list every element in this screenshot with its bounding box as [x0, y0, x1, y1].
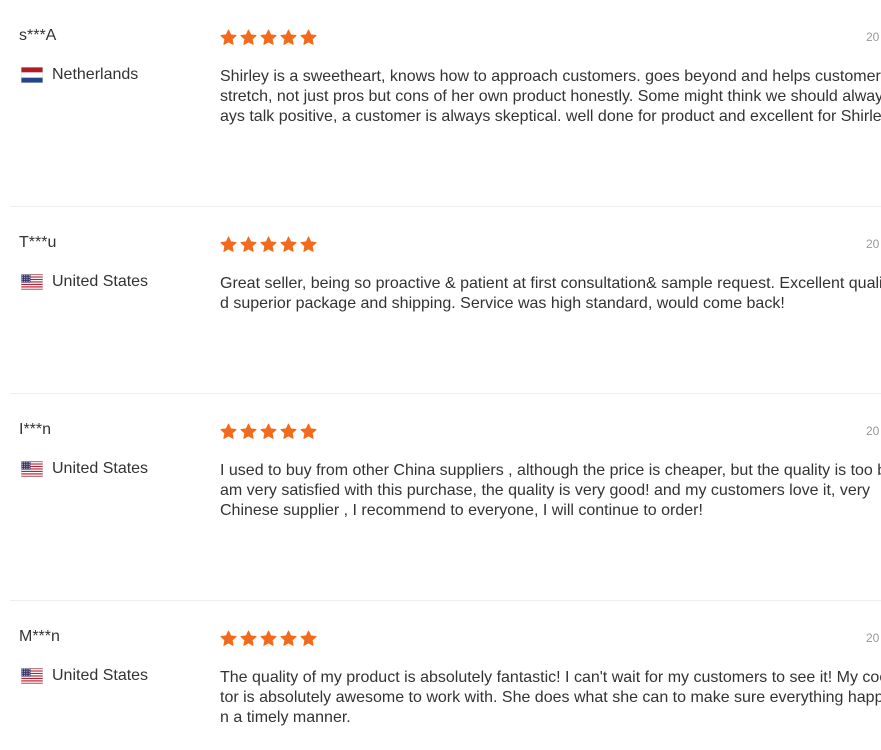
country-name: United States: [52, 667, 149, 684]
star-icon: [220, 423, 237, 439]
buyer-name: M***n: [19, 628, 60, 645]
review-text-line: ays talk positive, a customer is always …: [220, 108, 881, 125]
star-icon: [220, 29, 237, 45]
star-icon: [260, 236, 277, 252]
star-icon: [260, 29, 277, 45]
usa-flag-icon: [21, 274, 43, 290]
buyer-country: Netherlands: [21, 66, 138, 84]
star-icon: [300, 423, 317, 439]
review-text: Great seller, being so proactive & patie…: [220, 274, 881, 314]
star-rating: [220, 423, 317, 440]
buyer-country: United States: [21, 460, 148, 478]
review-item: T***u United States 20 Great seller, bei…: [10, 207, 881, 394]
review-date: 20: [866, 30, 880, 44]
review-item: I***n United States 20 I used to buy fro…: [10, 394, 881, 601]
star-icon: [280, 630, 297, 646]
usa-flag-icon: [21, 461, 43, 477]
country-name: United States: [52, 273, 149, 290]
review-text-line: Chinese supplier , I recommend to everyo…: [220, 502, 703, 519]
review-date: 20: [866, 631, 880, 645]
review-text: I used to buy from other China suppliers…: [220, 461, 881, 521]
review-text-line: I used to buy from other China suppliers…: [220, 462, 881, 479]
star-icon: [220, 236, 237, 252]
star-icon: [280, 236, 297, 252]
country-name: Netherlands: [52, 66, 139, 83]
country-name: United States: [52, 460, 149, 477]
star-icon: [300, 29, 317, 45]
review-text-line: d superior package and shipping. Service…: [220, 295, 785, 312]
review-text-line: The quality of my product is absolutely …: [220, 669, 881, 686]
usa-flag-icon: [21, 668, 43, 684]
review-item: M***n United States 20 The quality of my…: [10, 601, 881, 750]
star-icon: [260, 423, 277, 439]
star-icon: [240, 29, 257, 45]
buyer-name: I***n: [19, 421, 52, 438]
star-icon: [240, 630, 257, 646]
netherlands-flag-icon: [21, 67, 43, 83]
buyer-country: United States: [21, 273, 148, 291]
star-rating: [220, 29, 317, 46]
star-icon: [300, 236, 317, 252]
buyer-country: United States: [21, 667, 148, 685]
star-icon: [220, 630, 237, 646]
review-date: 20: [866, 237, 880, 251]
review-text-line: Great seller, being so proactive & patie…: [220, 275, 881, 292]
star-icon: [300, 630, 317, 646]
buyer-name: T***u: [19, 234, 57, 251]
review-text-line: stretch, not just pros but cons of her o…: [220, 88, 881, 105]
review-item: s***A Netherlands 20 Shirley is a sweeth…: [10, 0, 881, 207]
review-text-line: tor is absolutely awesome to work with. …: [220, 689, 881, 706]
review-text-line: n a timely manner.: [220, 709, 351, 726]
star-icon: [280, 29, 297, 45]
review-text: Shirley is a sweetheart, knows how to ap…: [220, 67, 881, 127]
star-icon: [280, 423, 297, 439]
star-icon: [240, 236, 257, 252]
star-rating: [220, 630, 317, 647]
star-icon: [260, 630, 277, 646]
star-rating: [220, 236, 317, 253]
star-icon: [240, 423, 257, 439]
review-date: 20: [866, 424, 880, 438]
review-list: s***A Netherlands 20 Shirley is a sweeth…: [10, 0, 881, 750]
review-text: The quality of my product is absolutely …: [220, 668, 881, 728]
buyer-name: s***A: [19, 27, 57, 44]
review-text-line: Shirley is a sweetheart, knows how to ap…: [220, 68, 881, 85]
review-text-line: am very satisfied with this purchase, th…: [220, 482, 871, 499]
